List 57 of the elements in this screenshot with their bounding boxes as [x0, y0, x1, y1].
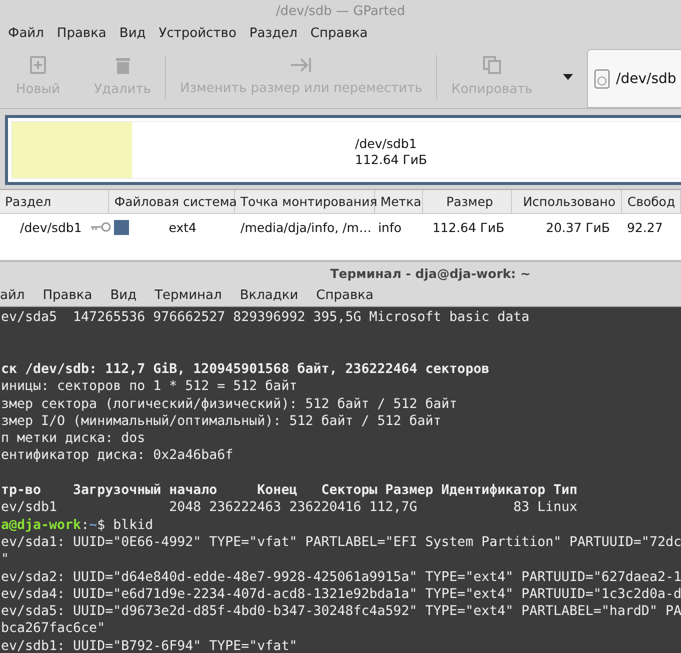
trash-icon [114, 56, 131, 74]
column-header[interactable]: Использовано [512, 190, 622, 213]
column-header[interactable]: Свобод [622, 190, 681, 213]
table-cell: /dev/sdb1 [20, 220, 82, 234]
column-header[interactable]: Метка [375, 190, 424, 213]
menu-item[interactable]: Файл [7, 26, 50, 41]
table-cell-text: /media/dja/info, /m… [240, 220, 372, 234]
table-cell: ext4 [168, 220, 197, 234]
partition-name: /dev/sdb1 [355, 136, 418, 151]
terminal-line: ev/sda1: UUID="0E66-4992" TYPE="vfat" PARTLABEL="EFI System Partition" PARTUUID="72dc [1, 534, 681, 550]
new-icon [30, 56, 46, 74]
terminal-line: ентификатор диска: 0x2a46ba6f [1, 448, 234, 464]
menu-item[interactable]: Справка [316, 288, 374, 303]
menu-item[interactable]: Вид [110, 288, 137, 303]
terminal-line: змер сектора (логический/физический): 512 байт / 512 байт [1, 396, 458, 412]
menu-item[interactable]: Вид [118, 26, 152, 41]
column-header[interactable]: Раздел [0, 190, 110, 213]
column-header[interactable]: Точка монтирования [235, 190, 376, 213]
prompt-path: ~ [89, 518, 98, 533]
prompt-user: a@dja-work [1, 518, 82, 533]
column-header[interactable]: Файловая система [109, 190, 236, 213]
menu-item[interactable]: Терминал [154, 288, 222, 303]
terminal-line: иницы: секторов по 1 * 512 = 512 байт [1, 379, 298, 394]
terminal-line: ev/sdb1: UUID="B792-6F94" TYPE="vfat" [1, 638, 298, 653]
terminal-line: ev/sda5: UUID="d9673e2d-d85f-4bd0-b347-30248fc4a592" TYPE="ext4" PARTLABEL="hardD" PA [1, 604, 681, 620]
command: $ blkid [97, 518, 154, 533]
terminal-line: ev/sda4: UUID="e6d71d9e-2234-407d-acd8-1321e92bda1a" TYPE="ext4" PARTUUID="1c3c2d0a-d [1, 586, 681, 602]
terminal-line: п метки диска: dos [1, 431, 146, 446]
menu-item[interactable]: айл [0, 288, 25, 303]
terminal-line: змер I/O (минимальный/оптимальный): 512 байт / 512 байт [1, 414, 442, 429]
window-title: Терминал - dja@dja-work: ~ [330, 266, 531, 281]
table-cell-text: info [377, 220, 403, 234]
prompt-separator: : [81, 518, 90, 533]
table-cell-text: 112.64 ГиБ [431, 220, 506, 234]
partition-size: 112.64 ГиБ [355, 152, 428, 167]
table-cell-text: 92.27 [626, 220, 664, 234]
terminal-line: ск /dev/sdb: 112,7 GiB, 120945901568 байт, 236222464 секторов [1, 362, 490, 377]
menu-item[interactable]: Раздел [248, 26, 304, 41]
terminal-line: " [1, 552, 10, 568]
disk-map[interactable]: /dev/sdb1 112.64 ГиБ [5, 115, 681, 185]
terminal-line: ev/sdb1 2048 236222463 236220416 112,7G 83 Linux [1, 500, 578, 516]
terminal-line: bca267fac6ce" [1, 621, 106, 636]
move-right-icon [290, 57, 312, 73]
menu-item[interactable]: Правка [56, 26, 112, 41]
terminal-line: тр-во Загрузочный начало Конец Секторы Размер Идентификатор Тип [1, 483, 578, 498]
menu-item[interactable]: Устройство [158, 26, 242, 41]
device-selector[interactable]: /dev/sdb [587, 49, 681, 108]
terminal-line: ev/sda5 147265536 976662527 829396992 395,5G Microsoft basic data [1, 310, 530, 326]
copy-icon [482, 56, 501, 74]
menu-item[interactable]: Правка [42, 288, 92, 303]
menu-item[interactable]: Вкладки [240, 288, 298, 303]
dropdown-caret-icon[interactable] [563, 74, 573, 80]
menu-item[interactable]: Справка [309, 26, 374, 41]
table-cell-text: 20.37 ГиБ [544, 220, 611, 234]
column-header[interactable]: Размер [423, 190, 512, 213]
window-title: /dev/sdb — GParted [276, 4, 406, 18]
terminal-line: ev/sda2: UUID="d64e840d-edde-48e7-9928-425061a9915a" TYPE="ext4" PARTUUID="627daea2-1 [1, 570, 681, 585]
